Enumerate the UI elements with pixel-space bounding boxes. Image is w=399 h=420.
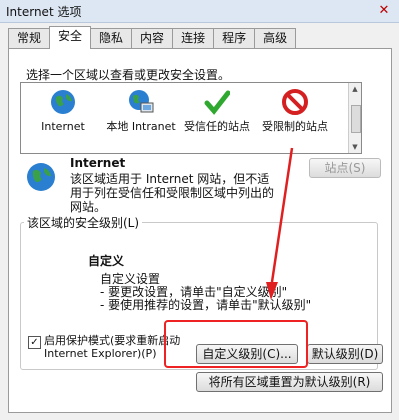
window-title: Internet 选项 <box>6 5 82 19</box>
close-icon[interactable]: ✕ <box>375 2 393 20</box>
tab-advanced[interactable]: 高级 <box>254 28 297 48</box>
zone-intranet[interactable]: 本地 Intranet <box>101 89 181 133</box>
tab-content[interactable]: 内容 <box>131 28 174 48</box>
default-level-button[interactable]: 默认级别(D) <box>307 344 383 364</box>
scroll-down-icon[interactable]: ▼ <box>349 141 361 153</box>
intranet-icon <box>129 90 154 113</box>
tab-security[interactable]: 安全 <box>49 26 92 49</box>
zone-label: 受限制的站点 <box>262 120 328 133</box>
zone-name: Internet <box>70 156 126 170</box>
tab-programs[interactable]: 程序 <box>213 28 256 48</box>
tab-general[interactable]: 常规 <box>8 28 51 48</box>
globe-icon <box>27 163 55 191</box>
zone-instruction: 选择一个区域以查看或更改安全设置。 <box>26 68 231 82</box>
restricted-icon <box>282 89 308 115</box>
level-line-3: - 要使用推荐的设置，请单击"默认级别" <box>100 298 312 312</box>
zone-label: 受信任的站点 <box>184 120 250 133</box>
zone-list[interactable]: Internet 本地 Intranet 受信任的站点 受限制的站点 ▲ ▼ <box>20 82 362 154</box>
zone-list-scrollbar[interactable]: ▲ ▼ <box>348 83 361 153</box>
zone-internet[interactable]: Internet <box>23 89 103 133</box>
zone-description: 该区域适用于 Internet 网站，但不适用于列在受信任和受限制区域中列出的网… <box>70 172 275 214</box>
zone-label: 本地 Intranet <box>106 120 176 133</box>
globe-icon <box>51 90 75 114</box>
level-heading: 自定义 <box>88 254 125 268</box>
zone-label: Internet <box>41 120 85 133</box>
title-bar: Internet 选项 ✕ <box>0 0 399 23</box>
checkmark-icon <box>204 90 231 115</box>
scroll-thumb[interactable] <box>351 105 361 133</box>
scroll-up-icon[interactable]: ▲ <box>349 83 361 95</box>
zone-restricted[interactable]: 受限制的站点 <box>255 89 335 133</box>
tab-connections[interactable]: 连接 <box>172 28 215 48</box>
tab-strip: 常规 安全 隐私 内容 连接 程序 高级 <box>8 26 297 49</box>
annotation-highlight <box>164 320 308 368</box>
reset-all-zones-button[interactable]: 将所有区域重置为默认级别(R) <box>196 372 383 392</box>
zone-trusted[interactable]: 受信任的站点 <box>177 89 257 133</box>
tab-privacy[interactable]: 隐私 <box>90 28 133 48</box>
sites-button[interactable]: 站点(S) <box>309 158 381 178</box>
security-level-legend: 该区域的安全级别(L) <box>24 214 143 231</box>
protected-mode-checkbox[interactable]: ✓ <box>28 336 41 349</box>
